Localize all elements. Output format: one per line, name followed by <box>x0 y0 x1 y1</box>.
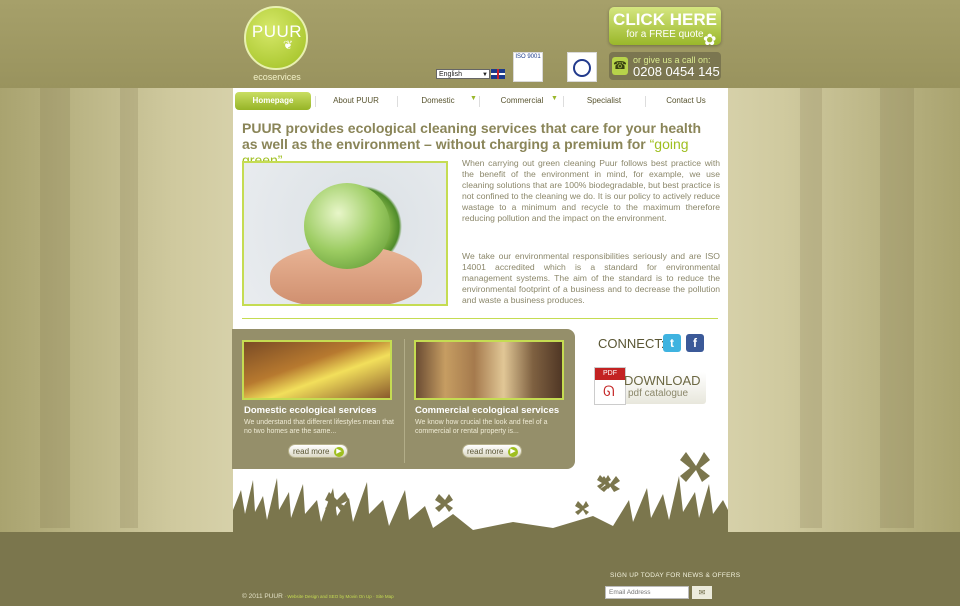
divider <box>242 318 718 319</box>
download-title[interactable]: DOWNLOAD <box>624 373 701 388</box>
commercial-service-image[interactable] <box>414 340 564 400</box>
leaf-icon: ✿ <box>703 32 717 49</box>
logo-tagline: ecoservices <box>253 72 301 82</box>
leaf-icon: ❦ <box>283 38 294 52</box>
credits-link[interactable]: · Website Design and SEO by Movin On Up … <box>285 594 394 599</box>
copyright-text: © 2011 PUUR <box>242 593 283 600</box>
download-subtitle[interactable]: pdf catalogue <box>628 388 688 399</box>
arrow-right-icon: ▶ <box>508 447 518 457</box>
iso-paragraph: We take our environmental responsibiliti… <box>462 251 720 305</box>
iso-certification-badge: ISO 9001 <box>513 52 543 82</box>
butterfly-icon <box>325 475 611 515</box>
service-description: We understand that different lifestyles … <box>244 419 394 435</box>
ukas-certification-badge <box>567 52 597 82</box>
language-select[interactable]: English ▼ <box>436 69 490 79</box>
ukas-seal-icon <box>573 59 591 77</box>
butterfly-icon <box>680 452 710 482</box>
nav-commercial[interactable]: Commercial <box>483 92 561 110</box>
divider <box>404 339 405 463</box>
service-title[interactable]: Domestic ecological services <box>244 405 377 416</box>
domestic-service-image[interactable] <box>242 340 392 400</box>
phone-icon: ☎ <box>612 57 628 75</box>
read-more-label: read more <box>467 447 504 456</box>
hero-image <box>242 161 448 306</box>
grass-decoration <box>233 470 728 536</box>
site-footer <box>0 532 960 606</box>
phone-number[interactable]: 0208 0454 145 <box>633 64 720 79</box>
butterfly-icon <box>600 476 620 492</box>
nav-divider <box>315 96 316 107</box>
nav-contact[interactable]: Contact Us <box>647 92 725 110</box>
acrobat-icon: ᘏ <box>603 383 615 399</box>
facebook-icon[interactable]: f <box>686 334 704 352</box>
logo-name[interactable]: PUUR <box>249 22 305 42</box>
nav-divider <box>563 96 564 107</box>
pdf-icon[interactable]: PDF ᘏ <box>594 367 626 405</box>
service-description: We know how crucial the look and feel of… <box>415 419 548 435</box>
nav-homepage[interactable]: Homepage <box>235 92 311 110</box>
intro-paragraph: When carrying out green cleaning Puur fo… <box>462 158 720 223</box>
nav-about[interactable]: About PUUR <box>317 92 395 110</box>
email-field[interactable] <box>605 586 689 599</box>
nav-domestic[interactable]: Domestic <box>399 92 477 110</box>
arrow-right-icon: ▶ <box>334 447 344 457</box>
chevron-down-icon: ▼ <box>470 95 477 102</box>
read-more-commercial-button[interactable]: read more ▶ <box>462 444 522 458</box>
copyright: © 2011 PUUR · Website Design and SEO by … <box>242 593 394 600</box>
iso-cert-label: ISO 9001 <box>515 54 541 60</box>
language-selected: English <box>439 71 462 78</box>
globe-icon <box>304 183 390 269</box>
background-decoration <box>800 88 822 528</box>
twitter-icon[interactable]: t <box>663 334 681 352</box>
nav-divider <box>397 96 398 107</box>
nav-specialist[interactable]: Specialist <box>565 92 643 110</box>
background-decoration <box>120 88 138 528</box>
connect-label: CONNECT: <box>598 336 665 351</box>
uk-flag-icon[interactable] <box>491 69 505 79</box>
envelope-icon[interactable]: ✉ <box>692 586 712 599</box>
chevron-down-icon: ▼ <box>482 72 488 78</box>
nav-divider <box>645 96 646 107</box>
page-title-text: PUUR provides ecological cleaning servic… <box>242 120 702 152</box>
background-decoration <box>40 88 70 528</box>
nav-divider <box>479 96 480 107</box>
chevron-down-icon: ▼ <box>551 95 558 102</box>
background-decoration <box>880 88 914 528</box>
newsletter-label: SIGN UP TODAY FOR NEWS & OFFERS <box>610 572 741 579</box>
pdf-badge-label: PDF <box>595 368 625 380</box>
read-more-label: read more <box>293 447 330 456</box>
main-nav: Homepage About PUUR Domestic ▼ Commercia… <box>233 92 728 112</box>
read-more-domestic-button[interactable]: read more ▶ <box>288 444 348 458</box>
cta-title: CLICK HERE <box>613 10 717 29</box>
service-title[interactable]: Commercial ecological services <box>415 405 559 416</box>
